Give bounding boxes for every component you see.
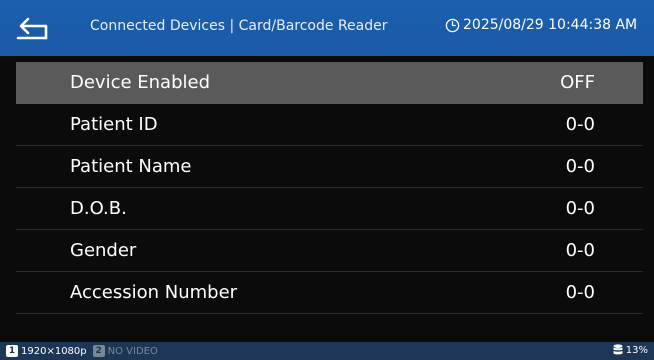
datetime-text: 2025/08/29 10:44:38 AM xyxy=(463,17,638,33)
storage-percent: 13% xyxy=(625,344,648,356)
row-value: 0-0 xyxy=(565,198,595,219)
channel2-badge: 2 xyxy=(92,345,105,357)
channel1-resolution: 1920×1080p xyxy=(21,345,87,357)
row-label: Device Enabled xyxy=(70,72,211,93)
row-value: OFF xyxy=(560,72,595,93)
row-value: 0-0 xyxy=(565,240,595,261)
device-settings-list: Device Enabled OFF Patient ID 0-0 Patien… xyxy=(16,62,643,314)
row-label: D.O.B. xyxy=(70,198,127,219)
row-patient-name[interactable]: Patient Name 0-0 xyxy=(16,146,643,188)
row-label: Patient ID xyxy=(70,114,158,135)
row-label: Accession Number xyxy=(70,282,238,303)
status-bar: 1 1920×1080p 2 NO VIDEO 13% xyxy=(0,342,654,360)
clock-icon xyxy=(445,18,460,32)
row-label: Gender xyxy=(70,240,137,261)
datetime-display: 2025/08/29 10:44:38 AM xyxy=(445,17,637,33)
header-bar: Connected Devices | Card/Barcode Reader … xyxy=(0,0,654,56)
channel2-status: NO VIDEO xyxy=(107,345,158,357)
storage-indicator: 13% xyxy=(613,344,648,356)
row-gender[interactable]: Gender 0-0 xyxy=(16,230,643,272)
back-arrow-icon xyxy=(16,17,48,40)
database-icon xyxy=(613,344,623,355)
page-title: Connected Devices | Card/Barcode Reader xyxy=(90,18,388,34)
row-device-enabled[interactable]: Device Enabled OFF xyxy=(16,62,643,104)
back-button[interactable] xyxy=(14,12,50,44)
row-value: 0-0 xyxy=(565,282,595,303)
row-accession-number[interactable]: Accession Number 0-0 xyxy=(16,272,643,314)
channel1-badge: 1 xyxy=(6,345,18,357)
row-patient-id[interactable]: Patient ID 0-0 xyxy=(16,104,643,146)
row-value: 0-0 xyxy=(565,156,595,177)
row-value: 0-0 xyxy=(565,114,595,135)
row-label: Patient Name xyxy=(70,156,192,177)
row-dob[interactable]: D.O.B. 0-0 xyxy=(16,188,643,230)
